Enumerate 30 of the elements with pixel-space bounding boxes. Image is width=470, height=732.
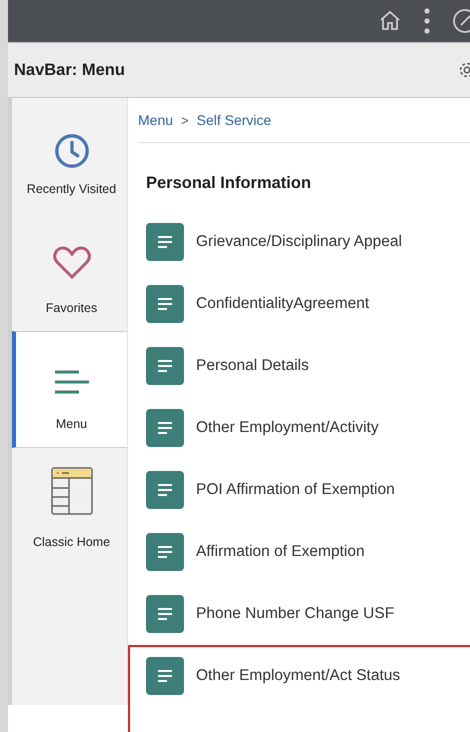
sidebar-item[interactable]: Favorites — [12, 214, 127, 331]
page-link[interactable]: ConfidentialityAgreement — [196, 295, 370, 313]
page-link[interactable]: Other Employment/Activity — [196, 419, 379, 437]
list-icon — [146, 223, 184, 261]
breadcrumb-link[interactable]: Menu — [138, 112, 174, 128]
breadcrumb-link[interactable]: Self Service — [196, 112, 272, 128]
page-link[interactable]: Personal Details — [196, 357, 309, 375]
page-link[interactable]: Other Employment/Act Status — [196, 667, 400, 685]
list-icon — [146, 347, 184, 385]
section-title: Personal Information — [145, 173, 312, 194]
more-options-icon[interactable] — [424, 8, 430, 34]
list-icon — [146, 595, 184, 633]
list-icon — [146, 285, 184, 323]
heart-icon — [52, 245, 92, 281]
page-link[interactable]: Phone Number Change USF — [196, 605, 394, 623]
list-icon — [146, 409, 184, 447]
home-icon[interactable] — [378, 9, 402, 33]
page-link[interactable]: Affirmation of Exemption — [196, 543, 365, 561]
clock-icon — [52, 132, 90, 170]
sidebar-item[interactable]: Recently Visited — [12, 130, 127, 214]
list-icon — [146, 533, 184, 571]
page-title: NavBar: Menu — [14, 60, 125, 80]
page-link[interactable]: POI Affirmation of Exemption — [196, 481, 395, 499]
list-icon — [146, 471, 184, 509]
sidebar-item[interactable]: Menu — [12, 331, 127, 448]
sidebar-item[interactable]: Classic Home — [12, 448, 127, 565]
list-icon — [146, 657, 184, 695]
page-link[interactable]: Grievance/Disciplinary Appeal — [196, 233, 402, 251]
classic-layout-icon — [50, 467, 92, 515]
breadcrumb-separator: > — [181, 112, 189, 128]
